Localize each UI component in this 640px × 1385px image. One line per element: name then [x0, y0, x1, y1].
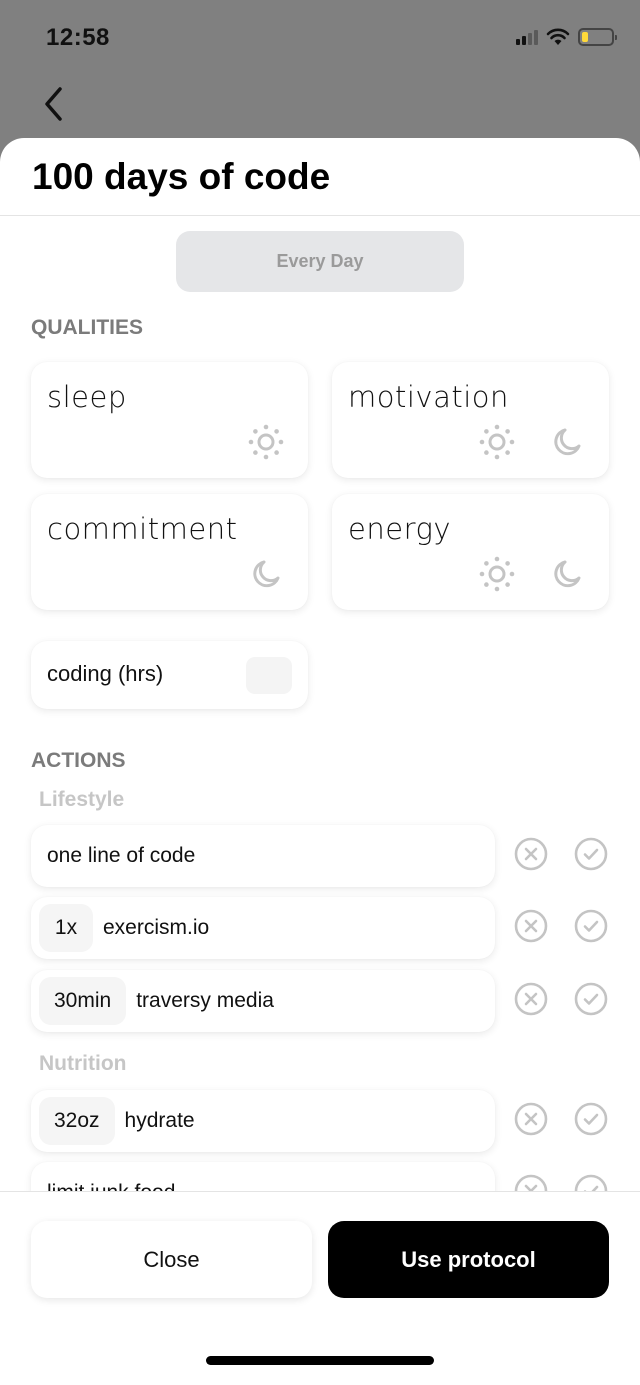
footer: Close Use protocol	[0, 1191, 640, 1385]
check-circle-icon	[574, 1174, 608, 1191]
sun-icon[interactable]	[477, 554, 517, 594]
metric-label: coding (hrs)	[47, 661, 164, 686]
sheet-header: 100 days of code	[0, 138, 640, 216]
sun-icon[interactable]	[477, 422, 517, 462]
battery-level	[582, 32, 588, 42]
check-circle-icon	[574, 909, 608, 948]
action-item[interactable]: 32oz hydrate	[31, 1090, 495, 1152]
quality-label: sleep	[47, 380, 127, 414]
qualities-title: QUALITIES	[31, 316, 144, 339]
wifi-icon	[546, 28, 570, 45]
action-quantity: 32oz	[39, 1097, 115, 1145]
use-protocol-button[interactable]: Use protocol	[328, 1221, 609, 1298]
quality-label: commitment	[47, 512, 238, 546]
x-circle-icon	[514, 1102, 548, 1141]
x-circle-icon	[514, 982, 548, 1021]
signal-icon	[516, 29, 538, 45]
action-name: one line of code	[47, 844, 196, 867]
skip-button[interactable]	[514, 982, 548, 1021]
complete-button[interactable]	[574, 1102, 608, 1141]
x-circle-icon	[514, 909, 548, 948]
complete-button[interactable]	[574, 837, 608, 876]
skip-button[interactable]	[514, 837, 548, 876]
close-button[interactable]: Close	[31, 1221, 312, 1298]
back-button[interactable]	[38, 82, 68, 126]
quality-icons	[477, 554, 587, 594]
action-name: limit junk food	[39, 1181, 175, 1191]
complete-button[interactable]	[574, 1174, 608, 1191]
action-item[interactable]: limit junk food	[31, 1162, 495, 1191]
action-controls	[514, 1174, 608, 1191]
home-indicator[interactable]	[206, 1356, 434, 1365]
battery-icon	[578, 28, 617, 46]
quality-icons	[246, 554, 286, 594]
x-circle-icon	[514, 1174, 548, 1191]
page-title: 100 days of code	[32, 155, 331, 197]
action-name: hydrate	[124, 1109, 195, 1132]
complete-button[interactable]	[574, 909, 608, 948]
action-name: exercism.io	[103, 916, 210, 939]
check-circle-icon	[574, 982, 608, 1021]
check-circle-icon	[574, 837, 608, 876]
metric-card-coding: coding (hrs)	[31, 641, 308, 709]
quality-card-energy[interactable]: energy	[332, 494, 609, 610]
group-title-lifestyle: Lifestyle	[39, 788, 125, 811]
action-item[interactable]: one line of code	[31, 825, 495, 887]
action-name: traversy media	[136, 989, 274, 1012]
action-quantity: 1x	[39, 904, 93, 952]
quality-label: energy	[348, 512, 452, 546]
status-icons	[516, 28, 617, 46]
group-title-nutrition: Nutrition	[39, 1052, 127, 1075]
action-controls	[514, 982, 608, 1021]
status-time: 12:58	[46, 24, 110, 51]
protocol-sheet: 100 days of code Every Day QUALITIES sle…	[0, 138, 640, 1385]
moon-icon[interactable]	[547, 422, 587, 462]
action-item[interactable]: 30min traversy media	[31, 970, 495, 1032]
action-controls	[514, 837, 608, 876]
metric-value-input[interactable]	[246, 657, 292, 694]
skip-button[interactable]	[514, 909, 548, 948]
complete-button[interactable]	[574, 982, 608, 1021]
quality-label: motivation	[348, 380, 509, 414]
skip-button[interactable]	[514, 1174, 548, 1191]
skip-button[interactable]	[514, 1102, 548, 1141]
actions-title: ACTIONS	[31, 749, 126, 772]
action-controls	[514, 1102, 608, 1141]
sun-icon[interactable]	[246, 422, 286, 462]
quality-icons	[477, 422, 587, 462]
action-controls	[514, 909, 608, 948]
schedule-button[interactable]: Every Day	[176, 231, 464, 292]
check-circle-icon	[574, 1102, 608, 1141]
quality-card-sleep[interactable]: sleep	[31, 362, 308, 478]
moon-icon[interactable]	[246, 554, 286, 594]
moon-icon[interactable]	[547, 554, 587, 594]
quality-icons	[246, 422, 286, 462]
action-item[interactable]: 1x exercism.io	[31, 897, 495, 959]
chevron-left-icon	[45, 87, 62, 121]
status-bar: 12:58	[0, 0, 640, 80]
scroll-content[interactable]: Every Day QUALITIES sleep motivation com…	[0, 216, 640, 1191]
quality-card-motivation[interactable]: motivation	[332, 362, 609, 478]
action-quantity: 30min	[39, 977, 127, 1025]
x-circle-icon	[514, 837, 548, 876]
quality-card-commitment[interactable]: commitment	[31, 494, 308, 610]
